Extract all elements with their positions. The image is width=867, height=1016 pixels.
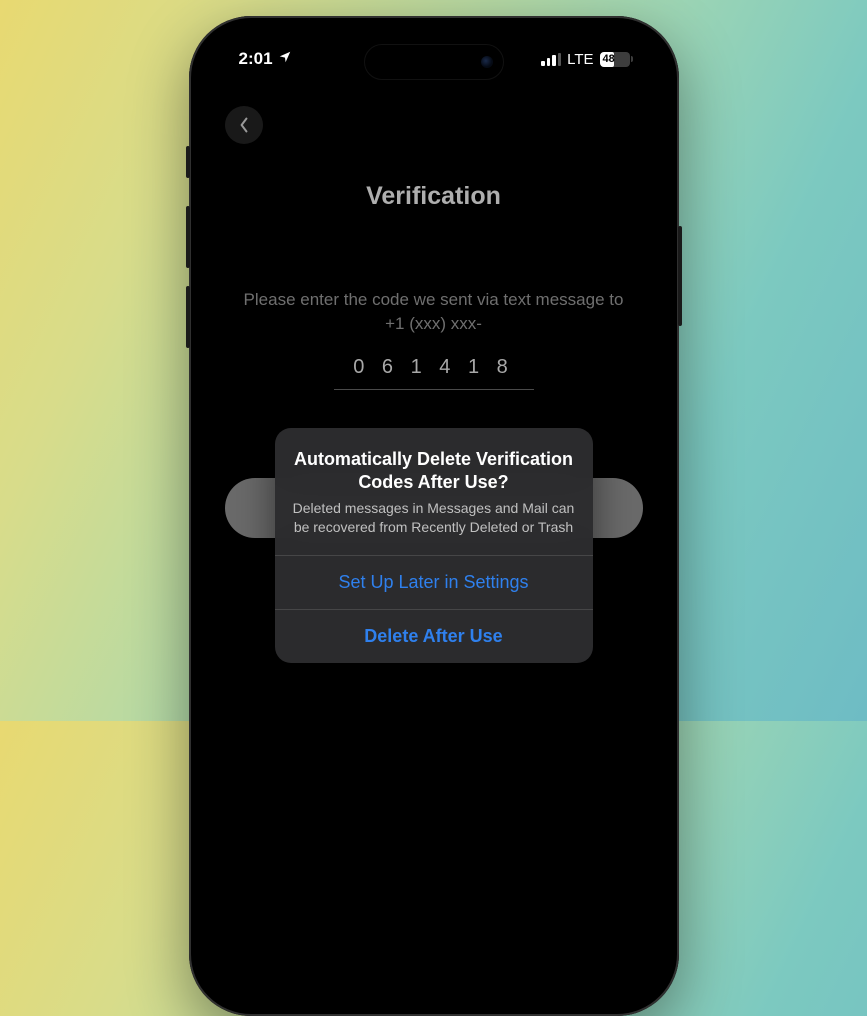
verification-code-input[interactable]: 0 6 1 4 1 8 xyxy=(334,356,534,390)
page-title: Verification xyxy=(203,182,665,211)
alert-dialog: Automatically Delete Verification Codes … xyxy=(275,428,593,663)
back-button[interactable] xyxy=(225,106,263,144)
code-input-wrap[interactable]: 0 6 1 4 1 8 xyxy=(334,356,534,390)
mute-switch xyxy=(186,146,190,178)
battery-icon: 48 xyxy=(600,52,633,67)
phone-frame: 2:01 LTE 48 xyxy=(189,16,679,1016)
chevron-left-icon xyxy=(238,117,250,133)
screen: 2:01 LTE 48 xyxy=(203,30,665,1002)
status-time: 2:01 xyxy=(239,49,273,69)
alert-title: Automatically Delete Verification Codes … xyxy=(293,448,575,493)
location-icon xyxy=(278,49,292,69)
network-label: LTE xyxy=(567,51,593,68)
status-left: 2:01 xyxy=(239,49,292,69)
camera-icon xyxy=(481,56,493,68)
power-button xyxy=(678,226,682,326)
dynamic-island xyxy=(364,44,504,80)
alert-delete-button[interactable]: Delete After Use xyxy=(275,610,593,663)
volume-down-button xyxy=(186,286,190,348)
status-right: LTE 48 xyxy=(541,51,632,68)
alert-body: Deleted messages in Messages and Mail ca… xyxy=(293,499,575,537)
volume-up-button xyxy=(186,206,190,268)
battery-level: 48 xyxy=(603,53,615,65)
alert-later-button[interactable]: Set Up Later in Settings xyxy=(275,556,593,609)
alert-header: Automatically Delete Verification Codes … xyxy=(275,428,593,555)
content-area: Verification Please enter the code we se… xyxy=(203,88,665,1002)
instructions-text: Please enter the code we sent via text m… xyxy=(243,288,625,336)
signal-icon xyxy=(541,53,561,66)
